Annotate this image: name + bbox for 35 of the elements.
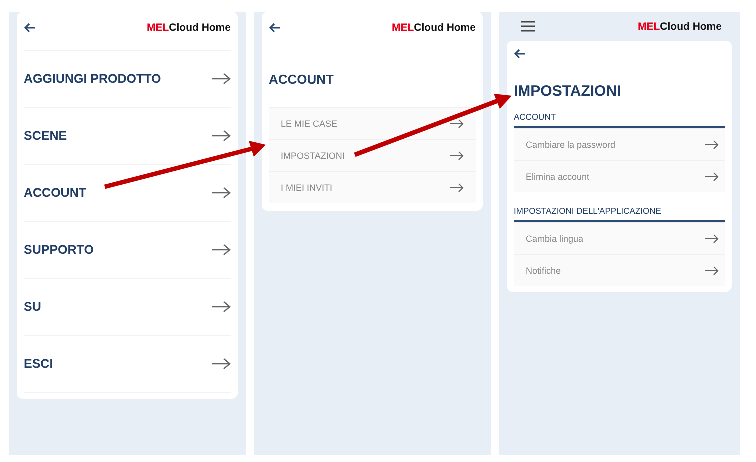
menu-item[interactable]: SU	[24, 279, 231, 336]
arrow-right-icon	[212, 301, 231, 313]
arrow-right-icon	[450, 182, 464, 192]
menu-icon[interactable]	[521, 21, 535, 32]
app-logo: MELCloud Home	[638, 20, 722, 32]
arrow-right-icon	[705, 234, 719, 244]
list-item[interactable]: LE MIE CASE	[269, 107, 476, 139]
arrow-right-icon	[212, 73, 231, 85]
list-item[interactable]: Notifiche	[514, 254, 725, 286]
back-arrow-icon[interactable]	[514, 49, 526, 59]
arrow-right-icon	[705, 172, 719, 182]
arrow-right-icon	[212, 244, 231, 256]
app-logo: MELCloud Home	[146, 22, 231, 34]
arrow-right-icon	[450, 150, 464, 160]
menu-item[interactable]: ESCI	[24, 336, 231, 393]
page-title: IMPOSTAZIONI	[514, 82, 622, 102]
arrow-right-icon	[212, 187, 231, 199]
menu-item[interactable]: AGGIUNGI PRODOTTO	[24, 51, 231, 108]
arrow-right-icon	[212, 130, 231, 142]
arrow-right-icon	[705, 266, 719, 276]
list-item[interactable]: Elimina account	[514, 160, 725, 192]
list-item[interactable]: Cambia lingua	[514, 222, 725, 254]
back-arrow-icon[interactable]	[269, 23, 281, 33]
arrow-right-icon	[212, 358, 231, 370]
arrow-right-icon	[450, 118, 464, 128]
list-item[interactable]: IMPOSTAZIONI	[269, 139, 476, 171]
menu-item[interactable]: SUPPORTO	[24, 222, 231, 279]
back-arrow-icon[interactable]	[24, 23, 36, 33]
arrow-right-icon	[705, 140, 719, 150]
list-item[interactable]: I MIEI INVITI	[269, 171, 476, 203]
app-logo: MELCloud Home	[392, 22, 476, 34]
menu-item[interactable]: SCENE	[24, 108, 231, 165]
list-item[interactable]: Cambiare la password	[514, 128, 725, 160]
menu-item[interactable]: ACCOUNT	[24, 165, 231, 222]
page-title: ACCOUNT	[269, 71, 335, 89]
